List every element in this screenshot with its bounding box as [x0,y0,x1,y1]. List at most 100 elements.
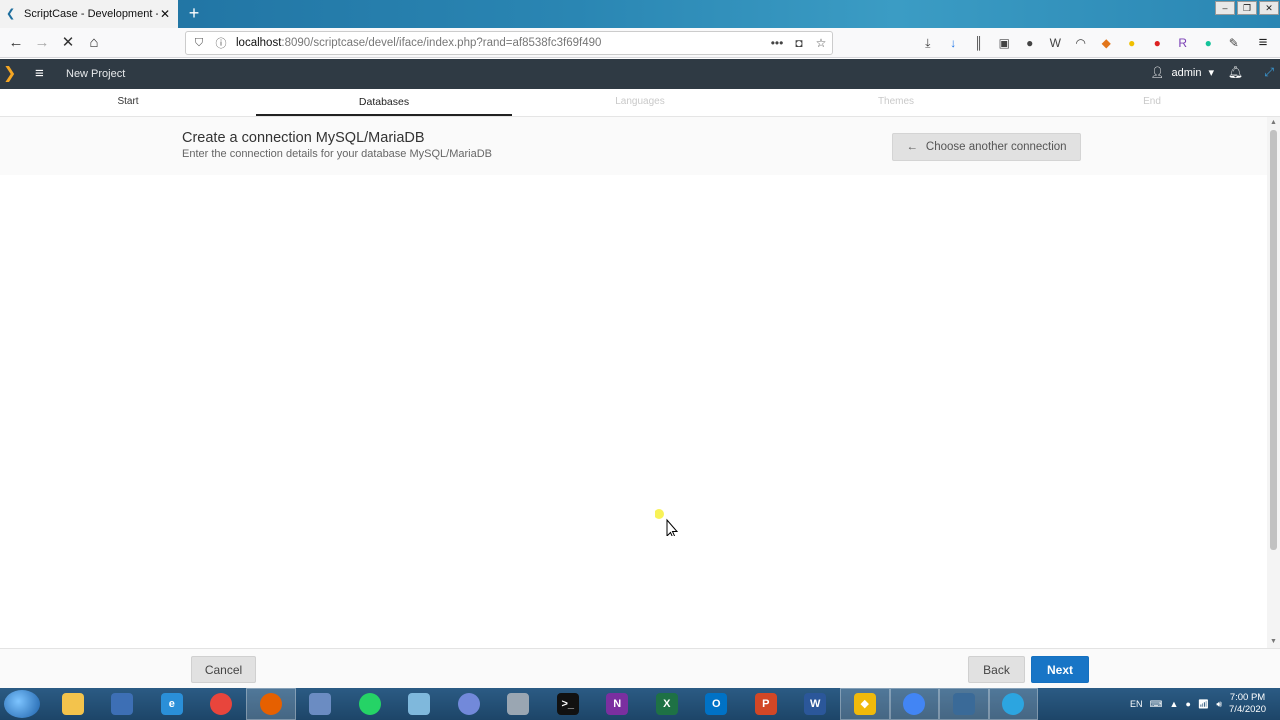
step-databases[interactable]: Databases [256,89,512,116]
internet-explorer-icon: e [160,693,183,715]
extension-yellow-icon[interactable]: ● [1119,33,1145,53]
extension-r-icon[interactable]: R [1170,33,1196,53]
metamask-icon[interactable]: ◆ [1094,33,1120,53]
user-icon: 👤︎ [1150,67,1165,79]
mysql-workbench-icon [952,693,975,715]
taskbar-binance[interactable]: ◆ [840,688,890,720]
taskbar-calculator-dark[interactable] [98,688,148,720]
choose-button-label: Choose another connection [925,141,1067,153]
taskbar-chrome[interactable] [197,688,247,720]
network-icon[interactable]: 📶︎ [1198,699,1209,710]
restore-icon[interactable]: ❐ [1237,1,1257,15]
library-icon[interactable]: ↓ [941,33,967,53]
outlook-icon: O [705,693,728,715]
taskbar-whatsapp[interactable] [345,688,395,720]
choose-another-connection-button[interactable]: ← Choose another connection [892,133,1081,161]
stop-loading-icon[interactable]: ✕ [57,32,79,54]
powerpoint-icon: P [754,693,777,715]
taskbar-mysql-workbench[interactable] [939,688,989,720]
taskbar-powerpoint[interactable]: P [741,688,791,720]
taskbar-app[interactable] [296,688,346,720]
tray-app-icon[interactable]: ● [1185,699,1190,709]
taskbar-word[interactable]: W [791,688,841,720]
extension-pen-icon[interactable]: ✎ [1221,33,1247,53]
firefox-icon [259,693,282,715]
scroll-up-icon[interactable]: ▲ [1267,117,1280,129]
onenote-icon: N [606,693,629,715]
whatsapp-icon [358,693,381,715]
taskbar-excel[interactable]: X [642,688,692,720]
next-button[interactable]: Next [1031,656,1089,683]
back-arrow-icon[interactable]: ← [5,32,27,54]
tray-expand-icon[interactable]: ▲ [1170,699,1179,709]
start-button-icon[interactable] [4,690,40,718]
extension-arc-icon[interactable]: ◠ [1068,33,1094,53]
home-icon[interactable]: ⌂ [83,32,105,54]
download-icon[interactable]: ⤓ [915,33,941,53]
taskbar-outlook[interactable]: O [692,688,742,720]
extension-w-icon[interactable]: W [1043,33,1069,53]
taskbar-app-blue[interactable] [395,688,445,720]
notification-bell-icon[interactable]: 🔔︎ [1228,65,1243,79]
scriptcase-logo-icon[interactable]: ❯ [3,64,25,84]
taskbar-telegram[interactable] [988,688,1038,720]
more-actions-icon[interactable]: ••• [766,36,788,50]
pocket-icon[interactable]: ◘ [788,36,810,50]
taskbar-explorer[interactable] [48,688,98,720]
scriptcase-favicon-icon: ❮ [6,8,16,20]
chrome-icon [210,693,233,715]
bookmarks-library-icon[interactable]: ║ [966,33,992,53]
menu-toggle-icon[interactable]: ≡ [35,64,51,84]
forward-arrow-icon[interactable]: → [31,32,53,54]
taskbar-firefox[interactable] [246,688,296,720]
app-icon [111,693,134,715]
language-indicator[interactable]: EN [1130,699,1143,709]
close-tab-icon[interactable]: ✕ [158,7,172,21]
expand-icon[interactable]: ⤢ [1264,65,1274,80]
hamburger-menu-icon[interactable]: ≡ [1252,32,1274,54]
binance-icon: ◆ [853,693,876,715]
sidebar-icon[interactable]: ▣ [992,33,1018,53]
folder-icon [61,693,84,715]
browser-tab-bar: ❮ ScriptCase - Development - ad ✕ + – ❐ … [0,0,1280,28]
clock[interactable]: 7:00 PM 7/4/2020 [1229,692,1266,716]
taskbar-onenote[interactable]: N [593,688,643,720]
app-header: ❯ ≡ New Project 👤︎ admin ▾ 🔔︎ ⤢ [0,59,1280,89]
step-themes: Themes [877,96,915,107]
close-window-icon[interactable]: ✕ [1259,1,1279,15]
user-menu[interactable]: 👤︎ admin ▾ [1150,66,1214,80]
taskbar-chrome-2[interactable] [889,688,939,720]
connection-heading: Create a connection MySQL/MariaDB Enter … [0,117,1268,175]
extension-icons: ⤓ ↓ ║ ▣ ● W ◠ ◆ ● ● R ● ✎ [915,33,1247,53]
user-name: admin [1171,66,1202,79]
scroll-thumb[interactable] [1270,130,1277,550]
page-title: Create a connection MySQL/MariaDB [182,130,425,146]
bookmark-star-icon[interactable]: ☆ [810,36,832,50]
info-icon[interactable]: ⓘ [212,35,230,51]
taskbar-discord[interactable] [444,688,494,720]
extension-red-icon[interactable]: ● [1145,33,1171,53]
taskbar-terminal[interactable]: >_ [543,688,593,720]
browser-nav-bar: ← → ✕ ⌂ ⛉ ⓘ localhost:8090/scriptcase/de… [0,28,1280,58]
url-bar[interactable]: ⛉ ⓘ localhost:8090/scriptcase/devel/ifac… [185,31,833,55]
url-text[interactable]: localhost:8090/scriptcase/devel/iface/in… [236,37,766,49]
caret-down-icon: ▾ [1208,67,1214,79]
back-button[interactable]: Back [968,656,1025,683]
browser-tab[interactable]: ❮ ScriptCase - Development - ad ✕ [0,0,178,28]
account-icon[interactable]: ● [1017,33,1043,53]
scroll-down-icon[interactable]: ▼ [1267,636,1280,648]
volume-icon[interactable]: 🔊︎ [1216,699,1222,710]
windows-taskbar: e >_ N X O P W ◆ EN ⌨ ▲ ● 📶︎ 🔊︎ 7:00 PM … [0,688,1280,720]
taskbar-ie[interactable]: e [147,688,197,720]
grammarly-icon[interactable]: ● [1196,33,1222,53]
step-start[interactable]: Start [0,89,256,116]
taskbar-calculator[interactable] [494,688,544,720]
system-tray: EN ⌨ ▲ ● 📶︎ 🔊︎ 7:00 PM 7/4/2020 [1130,688,1266,720]
keyboard-icon[interactable]: ⌨ [1150,699,1163,710]
shield-icon[interactable]: ⛉ [190,37,208,50]
new-tab-icon[interactable]: + [184,3,204,23]
app-icon [309,693,332,715]
cancel-button[interactable]: Cancel [191,656,256,683]
content-scrollbar[interactable]: ▲ ▼ [1267,117,1280,648]
minimize-icon[interactable]: – [1215,1,1235,15]
